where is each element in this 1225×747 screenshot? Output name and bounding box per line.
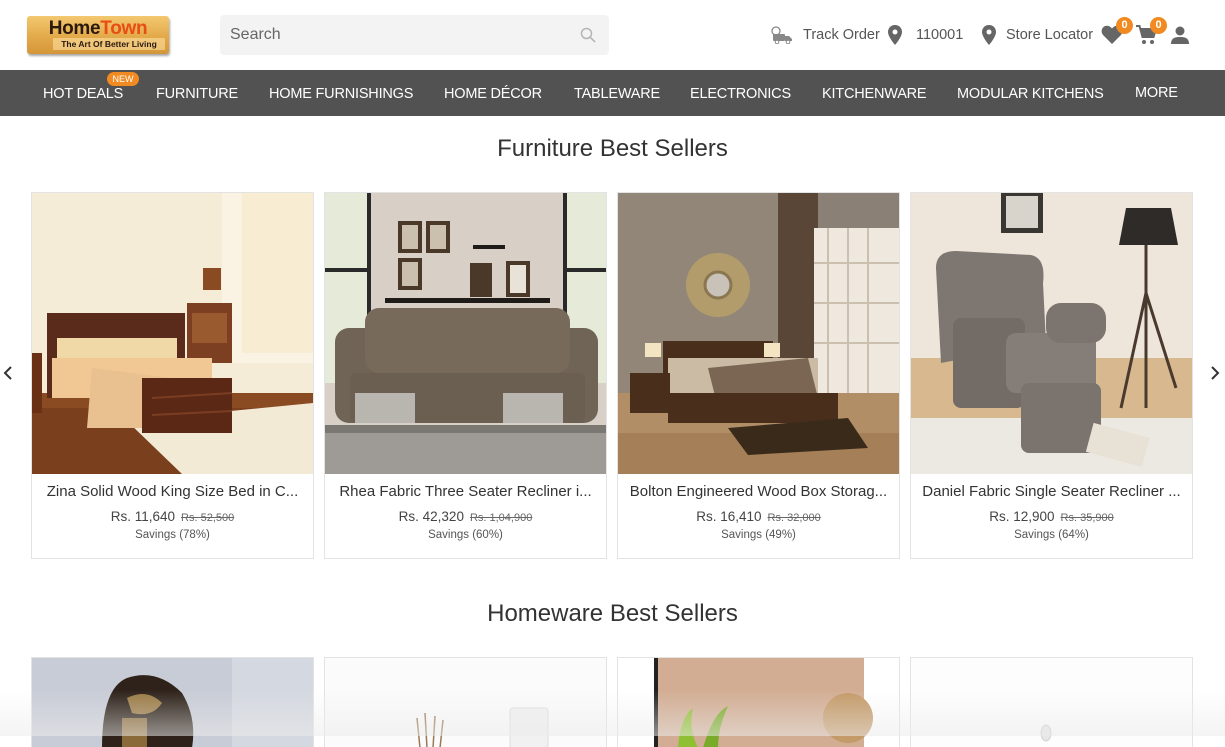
homeware-card[interactable] — [31, 657, 314, 747]
nav-item-electronics[interactable]: ELECTRONICS — [690, 86, 791, 102]
product-image-diffuser[interactable] — [325, 658, 607, 747]
store-locator-label: Store Locator — [1006, 27, 1094, 43]
product-prices: Rs. 42,320 Rs. 1,04,900 — [325, 509, 606, 524]
homeware-section-title: Homeware Best Sellers — [487, 600, 738, 627]
homeware-card[interactable] — [910, 657, 1193, 747]
product-savings: Savings (49%) — [721, 529, 796, 541]
product-price: Rs. 16,410 — [696, 509, 762, 524]
nav-item-furniture[interactable]: FURNITURE — [156, 86, 238, 102]
product-savings: Savings (60%) — [428, 529, 503, 541]
search-icon[interactable] — [580, 27, 596, 43]
product-image-recliner[interactable] — [911, 193, 1192, 474]
product-savings: Savings (78%) — [135, 529, 210, 541]
nav-item-modular-kitchens[interactable]: MODULAR KITCHENS — [957, 86, 1104, 102]
product-mrp: Rs. 32,000 — [767, 512, 821, 524]
product-card[interactable]: Rhea Fabric Three Seater Recliner i... R… — [324, 192, 607, 559]
product-mrp: Rs. 35,900 — [1060, 512, 1114, 524]
product-name[interactable]: Rhea Fabric Three Seater Recliner i... — [334, 483, 597, 500]
wishlist-count-badge: 0 — [1116, 17, 1133, 34]
cart-button[interactable]: 0 — [1135, 17, 1167, 47]
nav-item-hot-deals[interactable]: HOT DEALS — [43, 86, 123, 102]
product-image-sofa[interactable] — [325, 193, 606, 474]
search-input[interactable] — [230, 15, 570, 55]
user-icon — [1171, 25, 1189, 45]
product-mrp: Rs. 1,04,900 — [469, 512, 533, 524]
product-prices: Rs. 16,410 Rs. 32,000 — [618, 509, 899, 524]
product-price: Rs. 12,900 — [989, 509, 1055, 524]
search-box[interactable] — [220, 15, 609, 55]
product-savings: Savings (64%) — [1014, 529, 1089, 541]
logo-tagline: The Art Of Better Living — [53, 38, 165, 50]
product-image-plant-decor[interactable] — [618, 658, 900, 747]
delivery-truck-icon — [770, 26, 794, 44]
site-header: HomeTown The Art Of Better Living Track … — [0, 0, 1225, 70]
cart-count-badge: 0 — [1150, 17, 1167, 34]
product-price: Rs. 11,640 — [110, 509, 176, 524]
hometown-logo[interactable]: HomeTown The Art Of Better Living — [27, 16, 169, 54]
track-order-label: Track Order — [803, 27, 880, 43]
logo-wordmark: HomeTown — [48, 18, 148, 39]
product-price: Rs. 42,320 — [398, 509, 464, 524]
wishlist-button[interactable]: 0 — [1101, 17, 1133, 47]
location-pin-icon — [888, 25, 902, 45]
nav-item-more[interactable]: MORE — [1135, 85, 1178, 101]
nav-item-tableware[interactable]: TABLEWARE — [574, 86, 660, 102]
store-locator-link[interactable]: Store Locator — [982, 23, 1093, 47]
product-card[interactable]: Zina Solid Wood King Size Bed in C... Rs… — [31, 192, 314, 559]
carousel-prev-button[interactable] — [0, 360, 23, 390]
product-image-glass-decor[interactable] — [911, 658, 1193, 747]
nav-item-kitchenware[interactable]: KITCHENWARE — [822, 86, 927, 102]
pincode-value: 110001 — [916, 27, 964, 43]
product-card[interactable]: Daniel Fabric Single Seater Recliner ...… — [910, 192, 1193, 559]
product-mrp: Rs. 52,500 — [181, 512, 235, 524]
new-badge: NEW — [107, 72, 139, 86]
product-image-bed[interactable] — [32, 193, 313, 474]
product-card[interactable]: Bolton Engineered Wood Box Storag... Rs.… — [617, 192, 900, 559]
account-button[interactable] — [1171, 23, 1189, 47]
carousel-next-button[interactable] — [1200, 360, 1225, 390]
chevron-right-icon — [1210, 365, 1220, 385]
track-order-link[interactable]: Track Order — [770, 23, 880, 47]
homeware-card[interactable] — [617, 657, 900, 747]
product-name[interactable]: Daniel Fabric Single Seater Recliner ... — [920, 483, 1183, 500]
chevron-left-icon — [3, 365, 13, 385]
product-name[interactable]: Zina Solid Wood King Size Bed in C... — [41, 483, 304, 500]
main-navigation: NEW HOT DEALS FURNITURE HOME FURNISHINGS… — [0, 70, 1225, 116]
product-image-buddha-figurine[interactable] — [32, 658, 314, 747]
product-name[interactable]: Bolton Engineered Wood Box Storag... — [627, 483, 890, 500]
product-image-storage-bed[interactable] — [618, 193, 899, 474]
homeware-card[interactable] — [324, 657, 607, 747]
store-pin-icon — [982, 25, 996, 45]
pincode-selector[interactable]: 110001 — [888, 23, 963, 47]
product-prices: Rs. 11,640 Rs. 52,500 — [32, 509, 313, 524]
nav-item-home-furnishings[interactable]: HOME FURNISHINGS — [269, 86, 413, 102]
nav-item-home-decor[interactable]: HOME DÉCOR — [444, 86, 542, 102]
product-prices: Rs. 12,900 Rs. 35,900 — [911, 509, 1192, 524]
furniture-section-title: Furniture Best Sellers — [497, 135, 728, 162]
